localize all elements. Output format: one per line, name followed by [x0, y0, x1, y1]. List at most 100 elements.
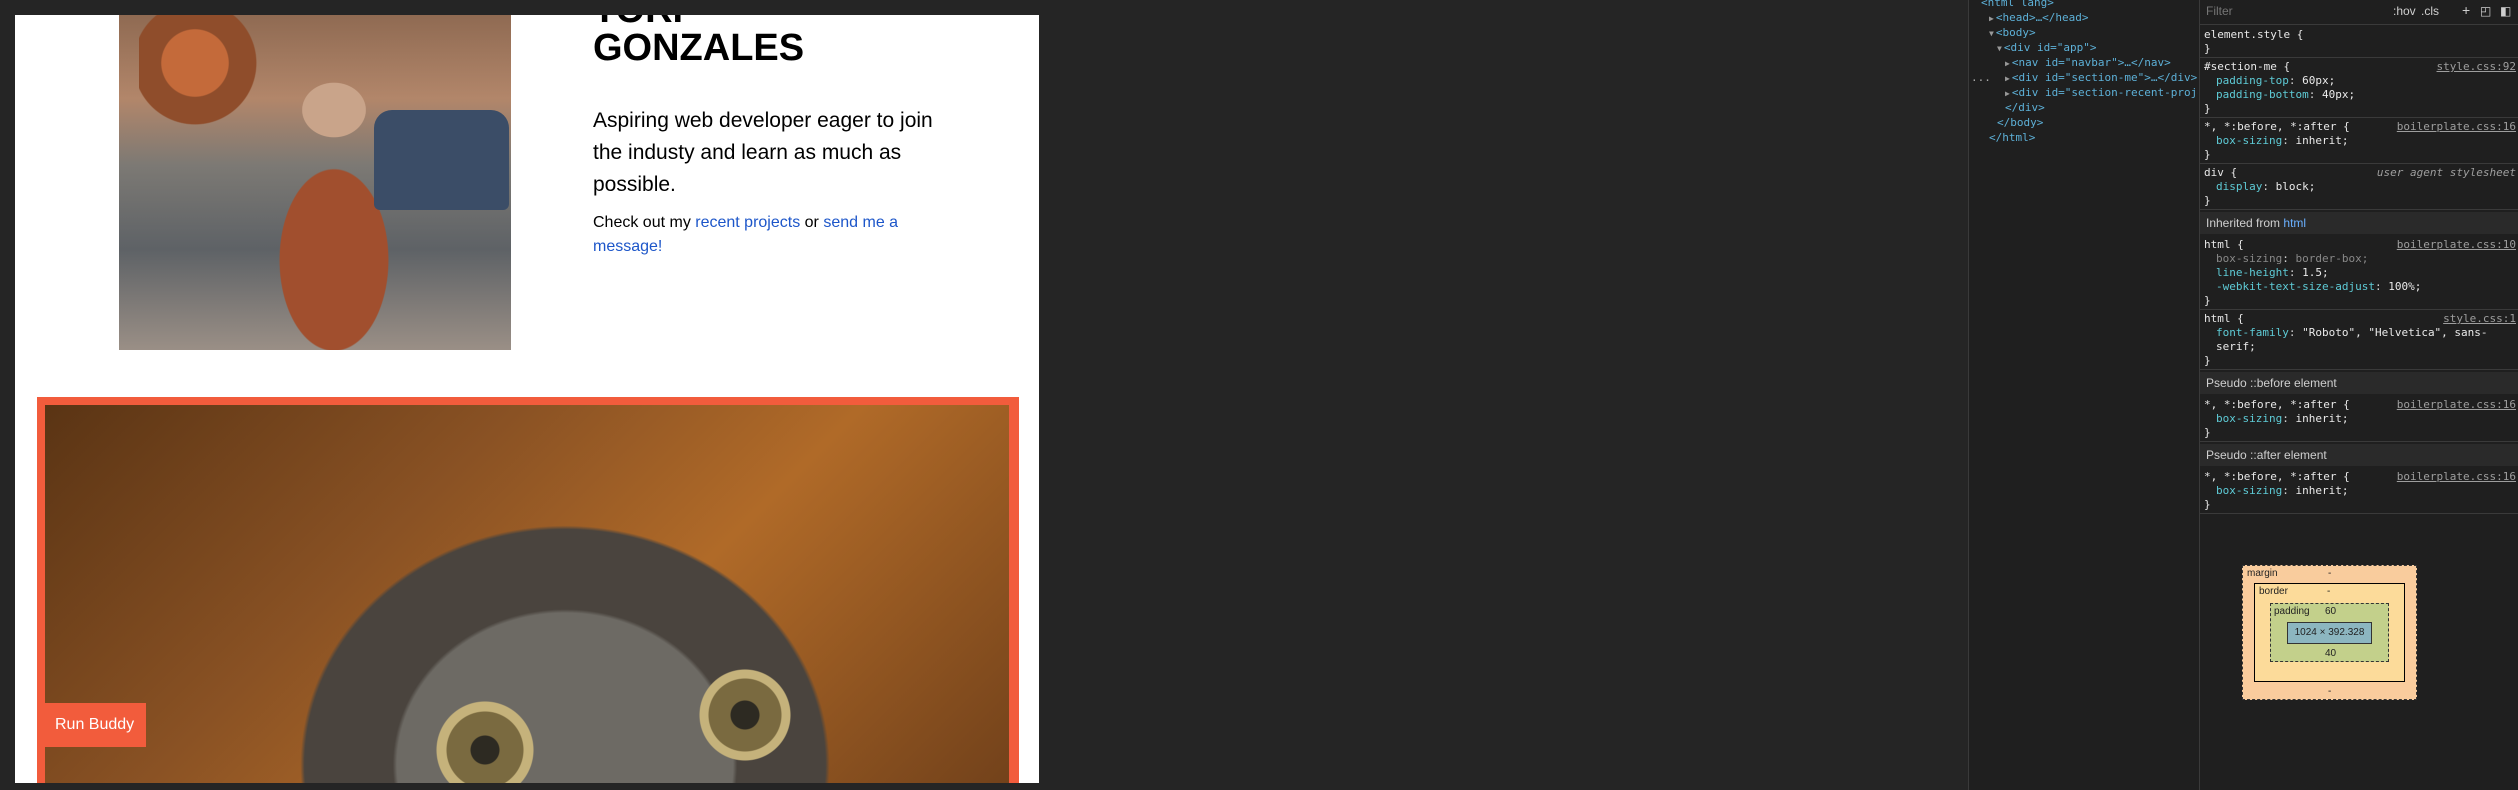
- pseudo-section-header: Pseudo ::before element: [2200, 372, 2518, 394]
- heading-first-name: TORI: [593, 15, 683, 31]
- rule-close-brace: }: [2204, 294, 2211, 307]
- box-model-content[interactable]: 1024 × 392.328: [2287, 622, 2372, 644]
- rule-source-link[interactable]: user agent stylesheet: [2377, 166, 2516, 179]
- dom-node-text: </html>: [1989, 131, 2036, 144]
- project-label[interactable]: Run Buddy: [43, 703, 147, 747]
- collapsed-arrow-icon[interactable]: ▶: [1989, 14, 1994, 23]
- rule-source-link[interactable]: boilerplate.css:16: [2397, 470, 2516, 483]
- computed-toggle-icon[interactable]: ◰: [2480, 4, 2491, 18]
- css-declaration[interactable]: padding-bottom: 40px;: [2216, 88, 2355, 102]
- rule-selector: *, *:before, *:after {: [2204, 470, 2350, 483]
- rule-source-link[interactable]: style.css:92: [2437, 60, 2516, 73]
- rule-source-link[interactable]: boilerplate.css:10: [2397, 238, 2516, 251]
- css-property-value: serif;: [2216, 340, 2256, 353]
- margin-label: margin: [2247, 568, 2278, 579]
- styles-filter-input[interactable]: [2202, 2, 2380, 20]
- dom-node-text: </div>: [2005, 101, 2045, 114]
- call-to-action: Check out my recent projects or send me …: [593, 211, 923, 259]
- hov-toggle[interactable]: :hov: [2393, 4, 2416, 18]
- css-declaration[interactable]: box-sizing: inherit;: [2216, 412, 2348, 426]
- cls-toggle[interactable]: .cls: [2421, 4, 2439, 18]
- css-declaration[interactable]: serif;: [2216, 340, 2256, 354]
- css-declaration[interactable]: box-sizing: border-box;: [2216, 252, 2368, 266]
- css-property-value: block;: [2275, 180, 2316, 193]
- dom-node-text: <head>…</head>: [1995, 11, 2089, 24]
- rule-selector: element.style {: [2204, 28, 2304, 41]
- css-declaration[interactable]: line-height: 1.5;: [2216, 266, 2329, 280]
- dom-node-text: <div id="section-me">…</div>: [2011, 71, 2198, 84]
- border-top-value: -: [2327, 586, 2331, 597]
- rule-selector: html {: [2204, 312, 2244, 325]
- web-page: TORI GONZALES Aspiring web developer eag…: [15, 15, 1039, 783]
- box-model-diagram: margin - - border - padding 60 40 1024 ×…: [2242, 565, 2417, 700]
- rule-selector: #section-me {: [2204, 60, 2291, 73]
- selected-node-marker: ...: [1971, 71, 1991, 84]
- css-declaration[interactable]: display: block;: [2216, 180, 2315, 194]
- css-declaration[interactable]: box-sizing: inherit;: [2216, 134, 2348, 148]
- expanded-arrow-icon[interactable]: ▼: [1997, 44, 2002, 53]
- browser-viewport: TORI GONZALES Aspiring web developer eag…: [0, 0, 1968, 790]
- rule-source-link[interactable]: boilerplate.css:16: [2397, 398, 2516, 411]
- new-rule-button[interactable]: +: [2462, 2, 2470, 18]
- css-property-name: box-sizing: [2216, 484, 2283, 497]
- rule-selector: html {: [2204, 238, 2244, 251]
- collapsed-arrow-icon[interactable]: ▶: [2005, 59, 2010, 68]
- dom-node-text: <html lang>: [1981, 0, 2054, 9]
- rule-divider: [2200, 163, 2518, 164]
- profile-photo: [119, 15, 511, 350]
- styles-toolbar: :hov .cls + ◰ ◧: [2200, 0, 2518, 25]
- rule-close-brace: }: [2204, 498, 2211, 511]
- rule-source-link[interactable]: boilerplate.css:16: [2397, 120, 2516, 133]
- css-property-name: box-sizing: [2216, 412, 2283, 425]
- css-declaration[interactable]: font-family: "Roboto", "Helvetica", sans…: [2216, 326, 2488, 340]
- dom-node-text: <div id="section-recent-projects">…</div…: [2011, 86, 2198, 99]
- margin-bottom-value: -: [2328, 686, 2332, 697]
- rule-close-brace: }: [2204, 42, 2211, 55]
- css-declaration[interactable]: padding-top: 60px;: [2216, 74, 2335, 88]
- css-property-name: padding-bottom: [2216, 88, 2309, 101]
- sidebar-toggle-icon[interactable]: ◧: [2500, 4, 2511, 18]
- rule-source-link[interactable]: style.css:1: [2443, 312, 2516, 325]
- dom-node-text: </body>: [1997, 116, 2044, 129]
- css-property-name: display: [2216, 180, 2263, 193]
- css-property-name: line-height: [2216, 266, 2289, 279]
- rule-selector: *, *:before, *:after {: [2204, 120, 2350, 133]
- css-property-name: font-family: [2216, 326, 2289, 339]
- page-heading: TORI GONZALES: [593, 15, 804, 69]
- rule-selector: div {: [2204, 166, 2238, 179]
- rule-close-brace: }: [2204, 194, 2211, 207]
- css-property-value: 40px;: [2321, 88, 2356, 101]
- collapsed-arrow-icon[interactable]: ▶: [2005, 74, 2010, 83]
- css-property-value: border-box;: [2295, 252, 2369, 265]
- dom-node-text: <body>: [1995, 26, 2036, 39]
- project-card[interactable]: Run Buddy: [37, 397, 1019, 783]
- rule-divider: [2200, 117, 2518, 118]
- tagline: Aspiring web developer eager to join the…: [593, 109, 933, 196]
- inherited-label: Inherited from: [2206, 216, 2281, 230]
- css-property-value: "Roboto", "Helvetica", sans-: [2302, 326, 2488, 339]
- css-property-name: box-sizing: [2216, 252, 2283, 265]
- devtools-panel: <html lang> ▶ <head>…</head> ▼ <body> ▼ <div i…: [1968, 0, 2518, 790]
- css-declaration[interactable]: -webkit-text-size-adjust: 100%;: [2216, 280, 2421, 294]
- css-property-value: 1.5;: [2302, 266, 2329, 279]
- css-property-value: inherit;: [2295, 412, 2349, 425]
- collapsed-arrow-icon[interactable]: ▶: [2005, 89, 2010, 98]
- padding-label: padding: [2274, 606, 2310, 617]
- inherited-from-link[interactable]: html: [2283, 216, 2306, 230]
- border-label: border: [2259, 586, 2288, 597]
- recent-projects-link[interactable]: recent projects: [695, 214, 800, 231]
- dom-node-text: <div id="app">: [2003, 41, 2097, 54]
- css-declaration[interactable]: box-sizing: inherit;: [2216, 484, 2348, 498]
- photo-tree: [139, 15, 279, 135]
- rule-divider: [2200, 369, 2518, 370]
- css-property-name: -webkit-text-size-adjust: [2216, 280, 2375, 293]
- rule-divider: [2200, 513, 2518, 514]
- padding-bottom-value: 40: [2325, 648, 2337, 659]
- css-property-value: inherit;: [2295, 134, 2349, 147]
- rule-close-brace: }: [2204, 148, 2211, 161]
- css-property-value: 60px;: [2302, 74, 2336, 87]
- padding-top-value: 60: [2325, 606, 2337, 617]
- css-property-value: 100%;: [2388, 280, 2422, 293]
- elements-tree: <html lang> ▶ <head>…</head> ▼ <body> ▼ <div i…: [1969, 0, 2198, 790]
- expanded-arrow-icon[interactable]: ▼: [1989, 29, 1994, 38]
